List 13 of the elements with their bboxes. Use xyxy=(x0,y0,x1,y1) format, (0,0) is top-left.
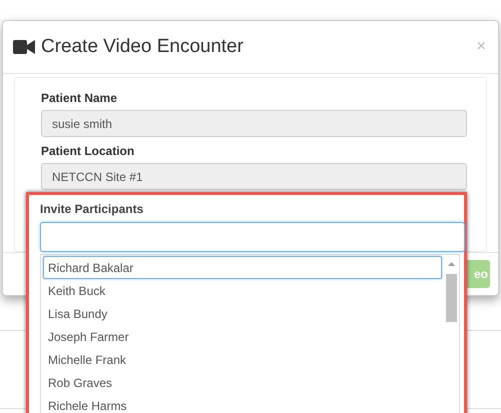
participant-option[interactable]: Lisa Bundy xyxy=(43,302,442,325)
participant-option[interactable]: Michelle Frank xyxy=(43,348,442,371)
participant-option[interactable]: Joseph Farmer xyxy=(43,325,442,348)
participant-option[interactable]: Keith Buck xyxy=(43,279,442,302)
participants-field[interactable] xyxy=(40,222,465,252)
participant-option[interactable]: Rob Graves xyxy=(43,371,442,394)
field-label: Patient Name xyxy=(41,90,118,106)
video-camera-icon xyxy=(13,40,35,54)
field-label: Invite Participants xyxy=(40,201,144,218)
dialog-title: Create Video Encounter xyxy=(41,34,244,59)
field-label: Patient Location xyxy=(41,143,136,160)
participant-option[interactable]: Richele Harms xyxy=(43,394,442,413)
participant-option[interactable]: Richard Bakalar xyxy=(43,256,442,279)
